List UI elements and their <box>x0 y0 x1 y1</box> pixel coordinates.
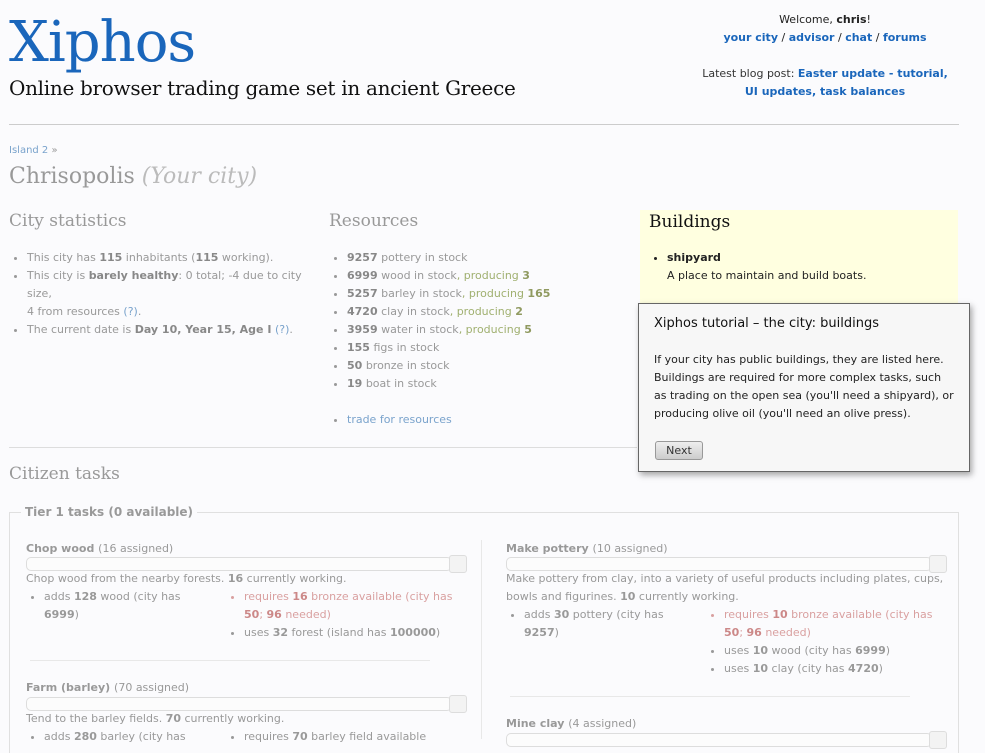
farm-barley-slider[interactable] <box>26 697 452 711</box>
health-help-link[interactable]: (?) <box>123 305 137 318</box>
task-mine-clay: Mine clay (4 assigned) <box>506 717 637 730</box>
trade-link[interactable]: trade for resources <box>347 413 452 426</box>
breadcrumb-island[interactable]: Island 2 <box>9 145 48 156</box>
resource-item: 155 figs in stock <box>347 339 589 357</box>
make-pottery-adds: adds 30 pottery (city has9257) <box>506 606 706 642</box>
resource-item: 50 bronze in stock <box>347 357 589 375</box>
stats-heading: City statistics <box>9 211 127 231</box>
make-pottery-desc: Make pottery from clay, into a variety o… <box>506 572 944 603</box>
resources-list: 9257 pottery in stock6999 wood in stock,… <box>329 249 589 429</box>
blog-notice: Latest blog post: Easter update - tutori… <box>702 67 948 98</box>
resource-item: 3959 water in stock, producing 5 <box>347 321 589 339</box>
tutorial-body: If your city has public buildings, they … <box>654 353 954 420</box>
mine-clay-slider-handle[interactable] <box>929 731 947 749</box>
farm-barley-requirements: requires 70 barley field available <box>226 728 466 746</box>
nav-advisor[interactable]: advisor <box>789 31 835 44</box>
farm-barley-adds: adds 280 barley (city has <box>26 728 226 746</box>
task-chop-wood: Chop wood (16 assigned) <box>26 542 174 555</box>
tagline: Online browser trading game set in ancie… <box>9 76 516 100</box>
make-pottery-slider[interactable] <box>506 557 932 571</box>
stat-inhabitants: This city has 115 inhabitants (115 worki… <box>27 249 309 267</box>
farm-barley-desc: Tend to the barley fields. 70 currently … <box>26 712 285 725</box>
make-pottery-requirements: requires 10 bronze available (city has50… <box>706 606 946 678</box>
task-divider <box>510 696 910 697</box>
nav-forums[interactable]: forums <box>883 31 927 44</box>
section-divider <box>9 447 637 448</box>
nav-chat[interactable]: chat <box>845 31 872 44</box>
chop-wood-adds: adds 128 wood (city has6999) <box>26 588 226 624</box>
user-panel: Welcome, chris! your city / advisor / ch… <box>680 11 970 47</box>
resource-item: 9257 pottery in stock <box>347 249 589 267</box>
tasks-heading: Citizen tasks <box>9 464 120 484</box>
chop-wood-slider[interactable] <box>26 557 452 571</box>
tutorial-title: Xiphos tutorial – the city: buildings <box>654 316 879 331</box>
top-nav: your city / advisor / chat / forums <box>723 31 927 44</box>
nav-your-city[interactable]: your city <box>723 31 778 44</box>
tier-label: Tier 1 tasks (0 available) <box>21 505 198 519</box>
tutorial-popup: Xiphos tutorial – the city: buildings If… <box>638 303 970 472</box>
username: chris <box>836 13 867 26</box>
buildings-heading: Buildings <box>649 212 731 232</box>
tutorial-next-button[interactable]: Next <box>655 441 703 460</box>
resource-item: 6999 wood in stock, producing 3 <box>347 267 589 285</box>
stat-health: This city is barely healthy: 0 total; -4… <box>27 267 309 321</box>
city-statistics: This city has 115 inhabitants (115 worki… <box>9 249 309 339</box>
building-item: shipyardA place to maintain and build bo… <box>667 249 866 285</box>
resource-item: 4720 clay in stock, producing 2 <box>347 303 589 321</box>
task-farm-barley: Farm (barley) (70 assigned) <box>26 681 190 694</box>
stat-date: The current date is Day 10, Year 15, Age… <box>27 321 309 339</box>
resource-item: 19 boat in stock <box>347 375 589 393</box>
welcome-text: Welcome, chris! <box>779 13 871 26</box>
date-help-link[interactable]: (?) <box>275 323 289 336</box>
city-note: (Your city) <box>141 164 258 189</box>
chop-wood-requirements: requires 16 bronze available (city has50… <box>226 588 466 642</box>
logo[interactable]: Xiphos <box>9 8 196 78</box>
task-make-pottery: Make pottery (10 assigned) <box>506 542 668 555</box>
chop-wood-desc: Chop wood from the nearby forests. 16 cu… <box>26 572 347 585</box>
breadcrumb: Island 2 » <box>9 145 58 156</box>
header-divider <box>9 124 959 125</box>
mine-clay-slider[interactable] <box>506 733 932 747</box>
task-divider <box>30 660 430 661</box>
resources-heading: Resources <box>329 211 419 231</box>
buildings-panel: Buildings shipyardA place to maintain an… <box>640 210 958 305</box>
task-column-divider <box>481 540 482 739</box>
page-title: Chrisopolis (Your city) <box>9 164 258 189</box>
resource-item: 5257 barley in stock, producing 165 <box>347 285 589 303</box>
